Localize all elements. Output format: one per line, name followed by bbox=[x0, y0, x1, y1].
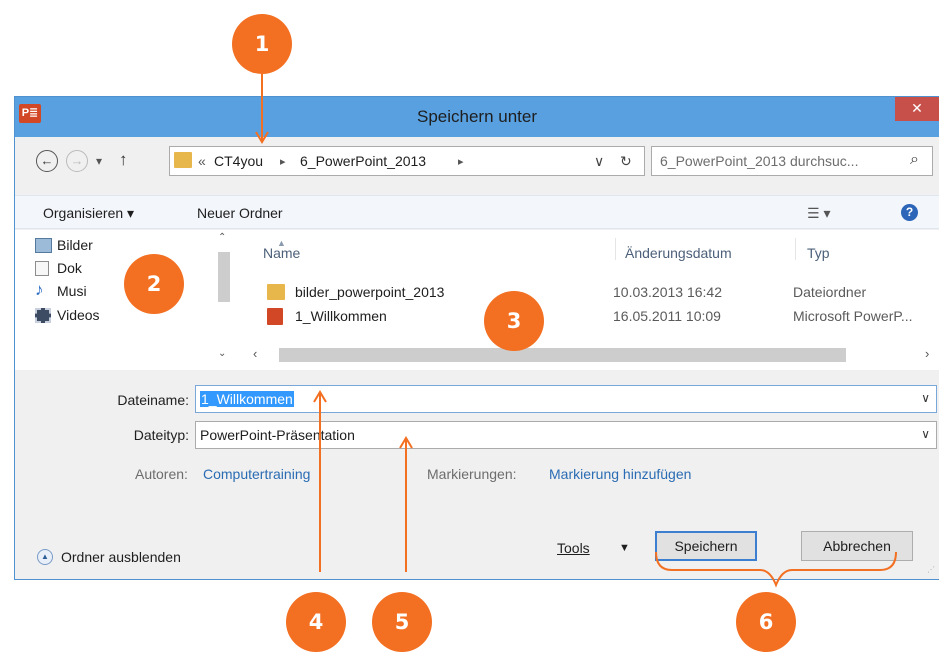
address-bar[interactable]: « CT4you ▸ 6_PowerPoint_2013 ▸ ∨ ↻ bbox=[169, 146, 645, 176]
filename-input[interactable]: 1_Willkommen ∨ bbox=[195, 385, 937, 413]
nav-pane-scrollbar[interactable]: ⌃ ⌄ bbox=[215, 230, 232, 364]
hide-folders-button[interactable]: Ordner ausblenden bbox=[61, 549, 181, 565]
breadcrumb-separator-icon[interactable]: ▸ bbox=[280, 155, 286, 168]
up-arrow-icon[interactable]: ↑ bbox=[119, 150, 128, 170]
search-placeholder: 6_PowerPoint_2013 durchsuc... bbox=[660, 153, 859, 169]
scrollbar-thumb[interactable] bbox=[279, 348, 846, 362]
breadcrumb-separator-icon[interactable]: ▸ bbox=[458, 155, 464, 168]
breadcrumb-powerpoint-2013[interactable]: 6_PowerPoint_2013 bbox=[300, 153, 426, 169]
cancel-button[interactable]: Abbrechen bbox=[801, 531, 913, 561]
videos-icon bbox=[35, 308, 51, 323]
tools-button[interactable]: Tools bbox=[557, 540, 590, 556]
music-icon: ♪ bbox=[35, 280, 44, 299]
file-type: Dateiordner bbox=[793, 284, 867, 300]
forward-icon[interactable]: → bbox=[66, 150, 88, 172]
folder-icon bbox=[267, 284, 285, 300]
pictures-icon bbox=[35, 238, 52, 253]
scrollbar-thumb[interactable] bbox=[218, 252, 230, 302]
annotation-marker-2: 2 bbox=[124, 254, 184, 314]
scroll-left-icon[interactable]: ‹ bbox=[253, 346, 257, 361]
save-button[interactable]: Speichern bbox=[655, 531, 757, 561]
chevron-down-icon[interactable]: ∨ bbox=[921, 391, 930, 405]
column-header-date[interactable]: Änderungsdatum bbox=[625, 245, 732, 261]
search-box[interactable]: 6_PowerPoint_2013 durchsuc... ⌕ bbox=[651, 146, 933, 176]
breadcrumb-ct4you[interactable]: CT4you bbox=[214, 153, 263, 169]
filetype-label: Dateityp: bbox=[133, 427, 189, 443]
filename-label: Dateiname: bbox=[117, 392, 189, 408]
file-row[interactable]: bilder_powerpoint_2013 10.03.2013 16:42 … bbox=[265, 282, 939, 306]
file-name: 1_Willkommen bbox=[295, 308, 387, 324]
nav-item-label: Videos bbox=[57, 307, 100, 323]
folder-icon bbox=[174, 152, 192, 168]
recent-locations-chevron-icon[interactable]: ▾ bbox=[96, 154, 102, 168]
tools-dropdown-icon[interactable]: ▼ bbox=[619, 542, 630, 554]
file-row[interactable]: 1_Willkommen 16.05.2011 10:09 Microsoft … bbox=[265, 306, 939, 330]
annotation-marker-4: 4 bbox=[286, 592, 346, 652]
nav-item-label: Musi bbox=[57, 283, 87, 299]
nav-item-label: Bilder bbox=[57, 237, 93, 253]
refresh-icon[interactable]: ↻ bbox=[620, 153, 632, 170]
column-divider[interactable] bbox=[795, 238, 796, 260]
dialog-title: Speichern unter bbox=[416, 107, 538, 126]
column-header-name[interactable]: Name bbox=[263, 245, 300, 261]
tags-link[interactable]: Markierung hinzufügen bbox=[549, 466, 691, 482]
new-folder-button[interactable]: Neuer Ordner bbox=[197, 205, 283, 221]
back-icon[interactable]: ← bbox=[36, 150, 58, 172]
annotation-marker-3: 3 bbox=[484, 291, 544, 351]
authors-label: Autoren: bbox=[135, 466, 188, 482]
resize-grip-icon[interactable]: ⋰ bbox=[927, 565, 935, 574]
file-list-scrollbar[interactable]: ‹ › bbox=[249, 346, 939, 364]
save-as-dialog: P≣ Speichern unter ✕ ← → ▾ ↑ « CT4you ▸ … bbox=[14, 96, 939, 580]
command-bar: Organisieren ▾ Neuer Ordner ☰ ▾ ? bbox=[15, 195, 939, 229]
nav-item-label: Dok bbox=[57, 260, 82, 276]
powerpoint-file-icon bbox=[267, 308, 283, 325]
organize-button[interactable]: Organisieren ▾ bbox=[43, 205, 134, 222]
close-button[interactable]: ✕ bbox=[895, 97, 939, 121]
column-divider[interactable] bbox=[615, 238, 616, 260]
breadcrumb-overflow[interactable]: « bbox=[198, 153, 206, 169]
help-icon[interactable]: ? bbox=[901, 204, 918, 221]
authors-link[interactable]: Computertraining bbox=[203, 466, 310, 482]
annotation-marker-6: 6 bbox=[736, 592, 796, 652]
documents-icon bbox=[35, 261, 49, 276]
chevron-down-icon[interactable]: ∨ bbox=[921, 427, 930, 441]
filename-value: 1_Willkommen bbox=[200, 391, 294, 407]
annotation-marker-1: 1 bbox=[232, 14, 292, 74]
file-date: 10.03.2013 16:42 bbox=[613, 284, 722, 300]
file-type: Microsoft PowerP... bbox=[793, 308, 913, 324]
view-options-icon[interactable]: ☰ ▾ bbox=[807, 205, 830, 222]
scroll-right-icon[interactable]: › bbox=[925, 346, 929, 361]
search-icon[interactable]: ⌕ bbox=[910, 151, 919, 169]
filetype-value: PowerPoint-Präsentation bbox=[200, 427, 355, 443]
annotation-marker-5: 5 bbox=[372, 592, 432, 652]
filetype-select[interactable]: PowerPoint-Präsentation ∨ bbox=[195, 421, 937, 449]
file-name: bilder_powerpoint_2013 bbox=[295, 284, 445, 300]
column-header-type[interactable]: Typ bbox=[807, 245, 830, 261]
collapse-icon[interactable]: ▲ bbox=[37, 549, 53, 565]
title-bar[interactable]: P≣ Speichern unter ✕ bbox=[15, 97, 939, 137]
scroll-up-icon[interactable]: ⌃ bbox=[218, 232, 226, 243]
file-date: 16.05.2011 10:09 bbox=[613, 308, 721, 324]
scroll-down-icon[interactable]: ⌄ bbox=[218, 348, 226, 359]
tags-label: Markierungen: bbox=[427, 466, 517, 482]
address-dropdown-icon[interactable]: ∨ bbox=[594, 153, 604, 170]
